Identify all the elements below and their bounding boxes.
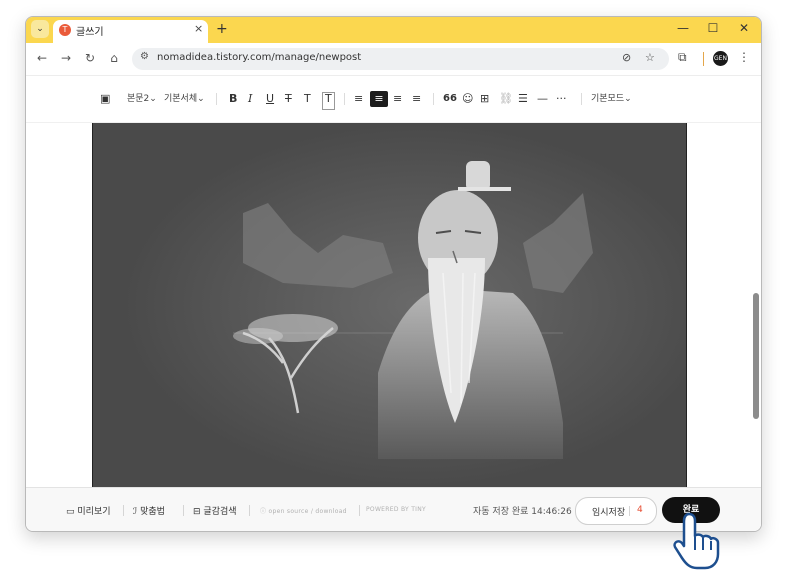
profile-avatar[interactable]: GEN xyxy=(713,51,728,66)
window-close-icon[interactable]: ✕ xyxy=(735,21,753,35)
paragraph-style-label: 본문2 xyxy=(127,94,150,104)
spellcheck-icon: ℐ xyxy=(133,507,138,517)
extensions-icon[interactable]: ⧉ xyxy=(678,50,687,65)
more-options-icon[interactable]: ··· xyxy=(556,91,567,107)
preview-button[interactable]: ▭ 미리보기 xyxy=(66,504,111,517)
strikethrough-button[interactable]: T xyxy=(285,91,292,107)
draft-separator xyxy=(629,506,630,516)
scrollbar-thumb[interactable] xyxy=(753,293,759,419)
reload-icon[interactable]: ↻ xyxy=(82,51,98,65)
tab-search-icon[interactable]: ⌄ xyxy=(31,20,49,38)
font-family-select[interactable]: 기본서체⌄ xyxy=(164,91,205,107)
sage-portrait-illustration xyxy=(93,123,686,487)
search-document-icon: ⊟ xyxy=(193,507,201,517)
back-icon[interactable]: ← xyxy=(34,51,50,65)
browser-menu-icon[interactable]: ⋮ xyxy=(738,50,750,64)
url-text[interactable]: nomadidea.tistory.com/manage/newpost xyxy=(157,52,361,63)
save-draft-button[interactable]: 임시저장 4 xyxy=(575,497,657,525)
autosave-status: 자동 저장 완료 14:46:26 xyxy=(473,507,572,517)
address-bar-row: ← → ↻ ⌂ ⚙ nomadidea.tistory.com/manage/n… xyxy=(26,43,761,76)
align-justify-button[interactable]: ≡ xyxy=(412,91,421,107)
font-family-label: 기본서체 xyxy=(164,94,198,104)
editor-bottom-bar: ▭ 미리보기 ℐ 맞춤법 ⊟ 글감검색 ⓘ open source / down… xyxy=(26,487,761,531)
bottom-separator xyxy=(359,505,360,516)
find-material-button[interactable]: ⊟ 글감검색 xyxy=(193,504,237,517)
italic-button[interactable]: I xyxy=(248,91,252,107)
bottom-separator xyxy=(249,505,250,516)
open-source-link[interactable]: ⓘ open source / download xyxy=(260,506,347,515)
bold-button[interactable]: B xyxy=(229,91,237,107)
home-icon[interactable]: ⌂ xyxy=(106,51,122,65)
align-right-button[interactable]: ≡ xyxy=(393,91,402,107)
paragraph-style-select[interactable]: 본문2⌄ xyxy=(127,91,157,107)
spellcheck-label: 맞춤법 xyxy=(140,507,165,517)
preview-label: 미리보기 xyxy=(77,507,111,517)
tab-title: 글쓰기 xyxy=(76,27,104,38)
hand-pointer-icon xyxy=(673,512,720,570)
browser-window: ⌄ T 글쓰기 × + — ☐ ✕ ← → ↻ ⌂ ⚙ nomadidea.ti… xyxy=(25,16,762,532)
bottom-separator xyxy=(183,505,184,516)
tab-close-icon[interactable]: × xyxy=(194,22,203,35)
emoji-icon[interactable]: ☺ xyxy=(462,91,473,107)
title-bar: ⌄ T 글쓰기 × + — ☐ ✕ xyxy=(26,17,761,43)
toolbar-separator xyxy=(581,93,582,105)
omnibox[interactable]: ⚙ nomadidea.tistory.com/manage/newpost ⊘… xyxy=(132,48,669,70)
browser-tab[interactable]: T 글쓰기 × xyxy=(53,20,208,43)
quote-button[interactable]: 66 xyxy=(443,91,457,107)
spellcheck-button[interactable]: ℐ 맞춤법 xyxy=(133,504,165,517)
inserted-image[interactable] xyxy=(92,123,687,487)
minimize-icon[interactable]: — xyxy=(674,21,692,35)
align-left-button[interactable]: ≡ xyxy=(354,91,363,107)
monitor-icon: ▭ xyxy=(66,507,75,517)
image-insert-icon[interactable]: ▣ xyxy=(100,91,110,107)
save-draft-label: 임시저장 xyxy=(592,508,626,518)
toolbar-divider xyxy=(703,52,704,66)
toolbar-separator xyxy=(344,93,345,105)
text-background-button[interactable]: T xyxy=(322,92,335,110)
bullet-list-icon[interactable]: ☰ xyxy=(518,91,528,107)
table-icon[interactable]: ⊞ xyxy=(480,91,489,107)
forward-icon[interactable]: → xyxy=(58,51,74,65)
find-material-label: 글감검색 xyxy=(203,507,237,517)
link-icon[interactable]: ⛓ xyxy=(499,91,513,107)
horizontal-rule-icon[interactable]: — xyxy=(537,91,548,107)
toolbar-separator xyxy=(216,93,217,105)
align-center-button[interactable]: ≡ xyxy=(370,91,388,107)
open-source-label: open source / download xyxy=(268,508,347,515)
site-info-icon[interactable]: ⚙ xyxy=(140,51,149,62)
editor-content[interactable] xyxy=(26,123,761,487)
bookmark-star-icon[interactable]: ☆ xyxy=(645,51,655,64)
text-color-button[interactable]: T xyxy=(304,91,311,107)
underline-button[interactable]: U xyxy=(266,91,274,107)
bottom-separator xyxy=(123,505,124,516)
powered-by-label: POWERED BY TINY xyxy=(366,506,426,513)
editor-mode-select[interactable]: 기본모드⌄ xyxy=(591,91,632,107)
editor-toolbar: ▣ 본문2⌄ 기본서체⌄ B I U T T T ≡ ≡ ≡ ≡ 66 ☺ ⊞ … xyxy=(26,76,761,123)
tistory-favicon-icon: T xyxy=(59,24,71,36)
new-tab-button[interactable]: + xyxy=(216,20,228,38)
toolbar-separator xyxy=(433,93,434,105)
maximize-icon[interactable]: ☐ xyxy=(704,21,722,35)
info-icon: ⓘ xyxy=(260,508,267,515)
draft-count-badge[interactable]: 4 xyxy=(637,505,643,515)
eye-off-icon[interactable]: ⊘ xyxy=(622,51,631,64)
editor-mode-label: 기본모드 xyxy=(591,94,625,104)
